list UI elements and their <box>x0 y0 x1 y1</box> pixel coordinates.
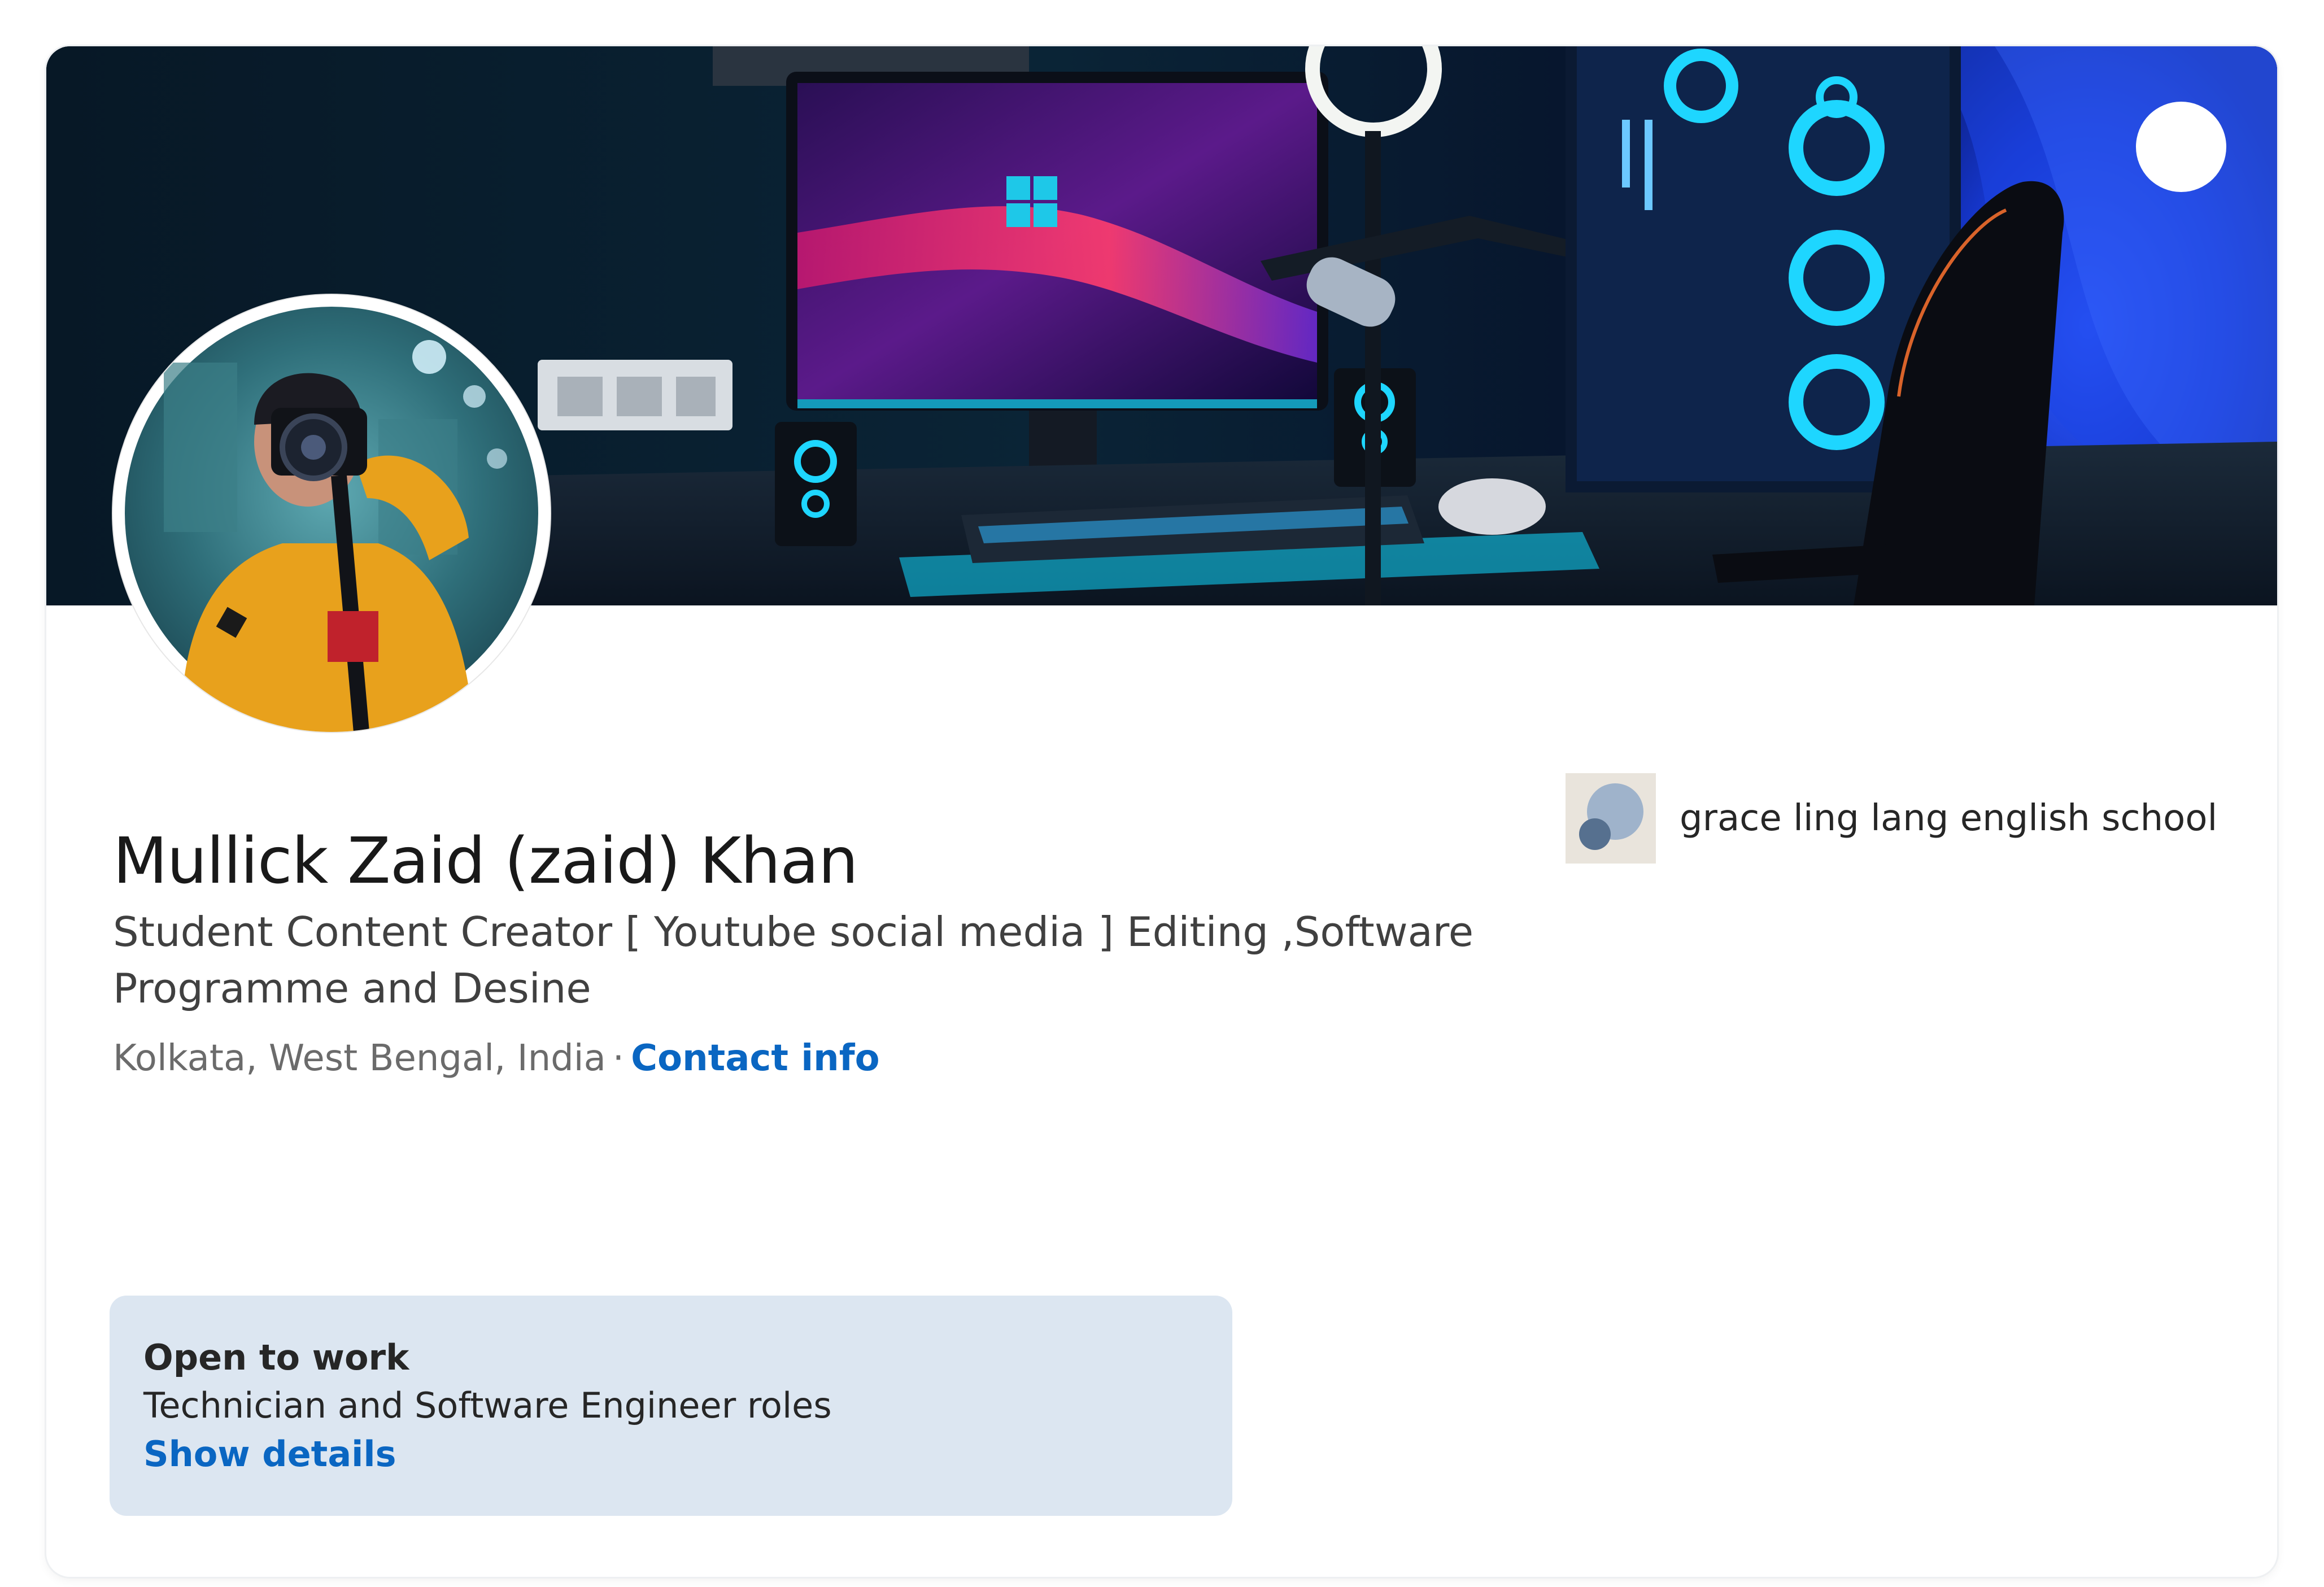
open-to-work-card[interactable]: Open to work Technician and Software Eng… <box>110 1296 1232 1516</box>
profile-photo[interactable] <box>113 295 550 732</box>
profile-name: Mullick Zaid (zaid) Khan <box>113 825 858 898</box>
profile-photo-illustration <box>113 295 550 732</box>
open-to-work-title: Open to work <box>143 1337 409 1378</box>
education-entry[interactable]: grace ling lang english school <box>1566 772 2217 865</box>
location-line: Kolkata, West Bengal, India · Contact info <box>113 1037 880 1079</box>
location-separator: · <box>612 1037 625 1079</box>
open-to-work-roles: Technician and Software Engineer roles <box>143 1385 832 1426</box>
profile-headline: Student Content Creator [ Youtube social… <box>113 908 1474 1012</box>
profile-card: Mullick Zaid (zaid) Khan Student Content… <box>46 46 2277 1577</box>
school-name: grace ling lang english school <box>1680 797 2218 839</box>
cover-action-button[interactable] <box>2136 102 2226 192</box>
show-details-link[interactable]: Show details <box>143 1430 1232 1479</box>
school-logo-icon <box>1566 773 1656 864</box>
contact-info-link[interactable]: Contact info <box>631 1037 879 1079</box>
location-text: Kolkata, West Bengal, India <box>113 1037 606 1079</box>
school-logo-graphic <box>1566 773 1656 864</box>
